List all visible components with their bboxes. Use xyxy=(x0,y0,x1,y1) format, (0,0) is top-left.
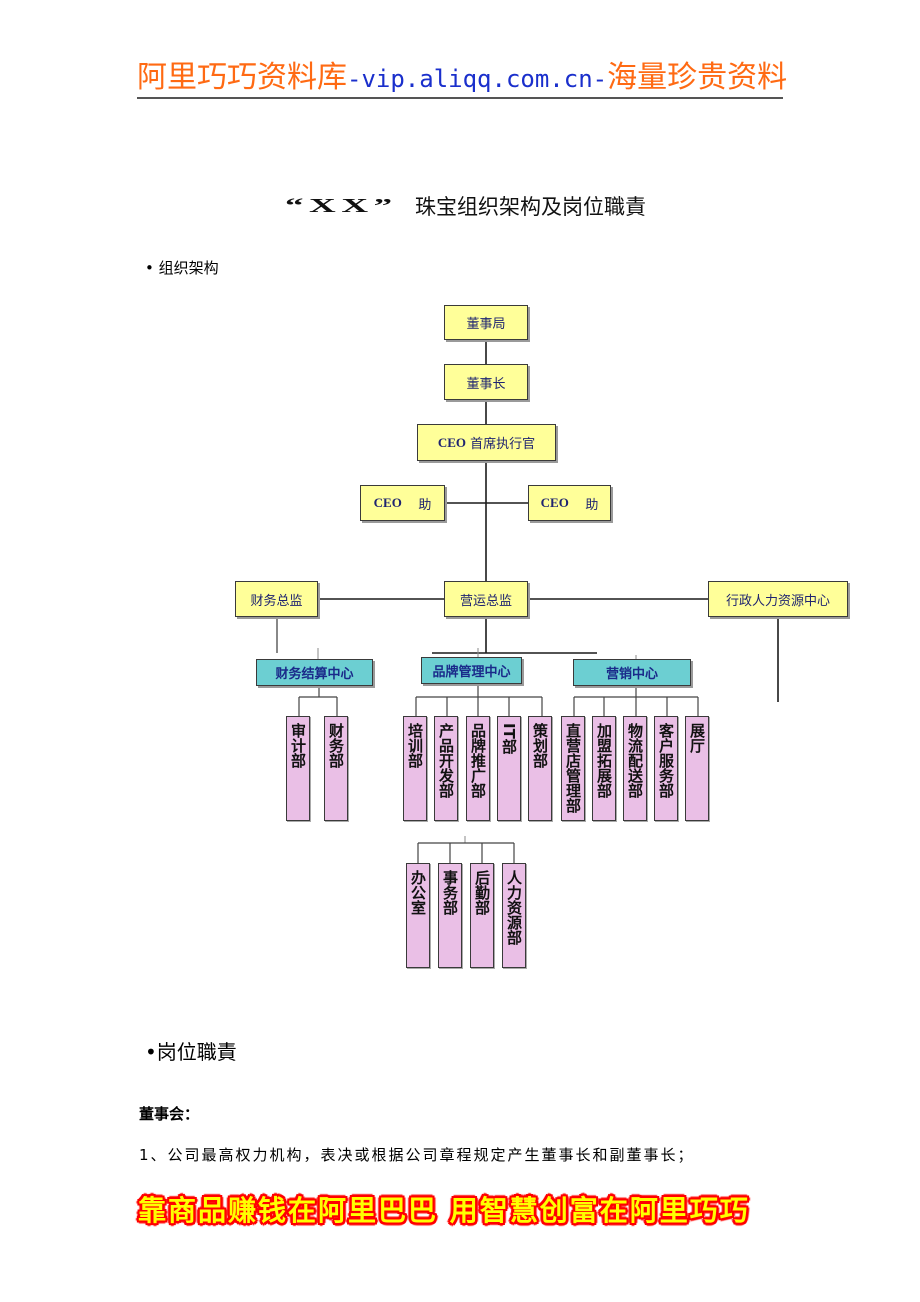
dept-label: 后勤部 xyxy=(473,870,491,915)
org-dept-franchise-expansion: 加盟拓展部 xyxy=(592,716,616,821)
node-label: 助 xyxy=(568,497,599,513)
org-node-board: 董事局 xyxy=(444,305,528,340)
org-dept-brand-promotion: 品牌推广部 xyxy=(466,716,490,821)
org-dept-office: 办公室 xyxy=(406,863,430,968)
bullet-icon: • xyxy=(145,259,154,277)
board-duty-item: 1、公司最高权力机构，表决或根据公司章程规定产生董事长和副董事长； xyxy=(139,1146,695,1164)
org-dept-audit: 审计部 xyxy=(286,716,310,821)
org-dept-showroom: 展厅 xyxy=(685,716,709,821)
node-label-prefix: CEO xyxy=(540,495,569,510)
header-tagline: 海量珍贵资料 xyxy=(607,60,788,95)
dept-label: 物流配送部 xyxy=(626,723,644,798)
dept-label: 策划部 xyxy=(531,723,549,768)
dept-label: 展厅 xyxy=(688,723,706,753)
dept-label: 事务部 xyxy=(441,870,459,915)
dept-label: 财务部 xyxy=(327,723,345,768)
header-url[interactable]: -vip.aliqq.com.cn- xyxy=(347,65,607,93)
section-label: 组织架构 xyxy=(158,259,219,277)
org-node-chairman: 董事长 xyxy=(444,364,528,400)
node-label: 首席执行官 xyxy=(466,437,536,452)
dept-label: 加盟拓展部 xyxy=(595,723,613,798)
org-node-operations-director: 营运总监 xyxy=(444,581,528,617)
org-dept-customer-service: 客户服务部 xyxy=(654,716,678,821)
header-brand: 阿里巧巧资料库 xyxy=(137,60,347,95)
org-dept-affairs: 事务部 xyxy=(438,863,462,968)
node-label: 行政人力资源中心 xyxy=(725,593,830,609)
title-company-placeholder: “XX” xyxy=(285,195,398,217)
header-banner: 阿里巧巧资料库-vip.aliqq.com.cn-海量珍贵资料 xyxy=(137,58,787,98)
node-label: 营运总监 xyxy=(459,593,512,609)
section-heading-org: • 组织架构 xyxy=(145,258,219,278)
section-heading-duties: •岗位職責 xyxy=(145,1039,237,1065)
org-node-finance-director: 财务总监 xyxy=(235,581,318,617)
org-node-finance-settlement-center: 财务结算中心 xyxy=(256,659,373,686)
org-dept-direct-store-management: 直营店管理部 xyxy=(561,716,585,821)
dept-label: 产品开发部 xyxy=(437,723,455,798)
dept-label: 审计部 xyxy=(289,723,307,768)
section-label: 岗位職責 xyxy=(156,1040,237,1064)
dept-label: 办公室 xyxy=(409,870,427,915)
header-divider xyxy=(137,97,783,99)
org-dept-logistics-support: 后勤部 xyxy=(470,863,494,968)
org-dept-human-resources: 人力资源部 xyxy=(502,863,526,968)
org-node-ceo: CEO 首席执行官 xyxy=(417,424,556,461)
node-label: 董事局 xyxy=(466,317,506,332)
bullet-icon: • xyxy=(145,1040,157,1064)
dept-label: 直营店管理部 xyxy=(564,723,582,813)
dept-label: 人力资源部 xyxy=(505,870,523,945)
org-dept-planning: 策划部 xyxy=(528,716,552,821)
dept-label: IT部 xyxy=(500,723,518,754)
dept-label: 培训部 xyxy=(406,723,424,768)
org-dept-it: IT部 xyxy=(497,716,521,821)
node-label: 品牌管理中心 xyxy=(432,665,511,680)
org-dept-finance: 财务部 xyxy=(324,716,348,821)
dept-label: 客户服务部 xyxy=(657,723,675,798)
node-label-prefix: CEO xyxy=(373,495,402,510)
org-node-brand-management-center: 品牌管理中心 xyxy=(421,657,522,684)
org-node-marketing-center: 营销中心 xyxy=(573,659,691,686)
page-title: 珠宝组织架构及岗位職責 xyxy=(415,195,646,219)
node-label: 财务总监 xyxy=(250,593,303,609)
org-node-admin-hr-center: 行政人力资源中心 xyxy=(708,581,848,617)
org-dept-logistics: 物流配送部 xyxy=(623,716,647,821)
org-node-ceo-assistant-right: CEO 助 xyxy=(528,485,611,521)
node-label: 助 xyxy=(401,497,432,513)
org-dept-training: 培训部 xyxy=(403,716,427,821)
node-label: 财务结算中心 xyxy=(275,667,354,682)
dept-label: 品牌推广部 xyxy=(469,723,487,798)
org-node-ceo-assistant-left: CEO 助 xyxy=(360,485,445,521)
node-label: 董事长 xyxy=(466,376,506,392)
node-label-prefix: CEO xyxy=(437,434,467,450)
footer-slogan: 靠商品赚钱在阿里巴巴 用智慧创富在阿里巧巧 xyxy=(138,1194,750,1227)
node-label: 营销中心 xyxy=(605,667,658,682)
org-dept-product-development: 产品开发部 xyxy=(434,716,458,821)
board-heading: 董事会： xyxy=(139,1105,200,1123)
